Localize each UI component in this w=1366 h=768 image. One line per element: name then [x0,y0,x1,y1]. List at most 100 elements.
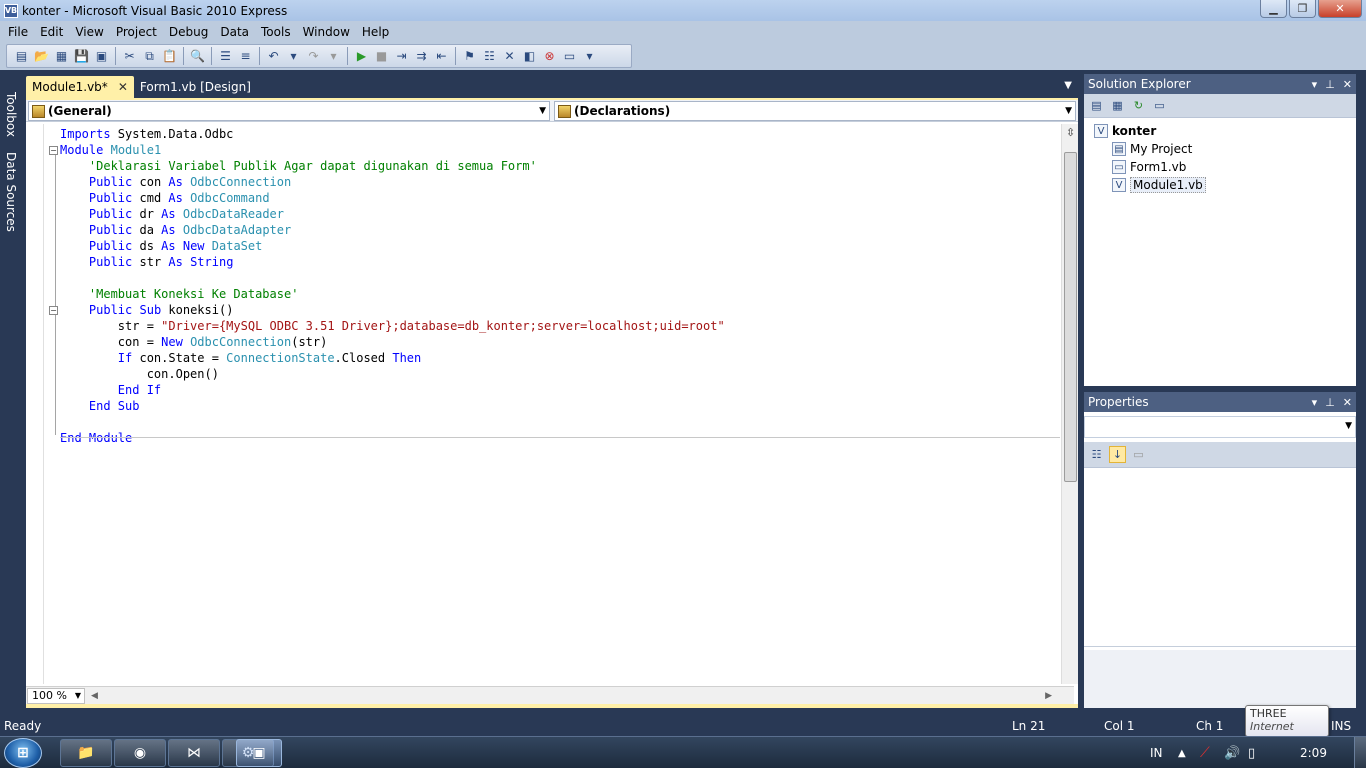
visual-studio-taskbar-icon[interactable]: ⋈ [168,739,220,767]
find-icon[interactable]: 🔍 [189,48,206,65]
refresh-icon[interactable]: ↻ [1130,97,1147,114]
code-line[interactable]: con.Open() [60,366,1060,382]
stop-debug-icon[interactable]: ■ [373,48,390,65]
immediate-window-icon[interactable]: ▭ [561,48,578,65]
tab-module1[interactable]: Module1.vb* ✕ [26,76,134,98]
minimize-button[interactable]: ▁ [1260,0,1287,18]
menu-data[interactable]: Data [214,25,255,39]
code-line[interactable]: If con.State = ConnectionState.Closed Th… [60,350,1060,366]
show-all-files-icon[interactable]: ▤ [1088,97,1105,114]
firefox-taskbar-icon[interactable]: ◉ [114,739,166,767]
step-over-icon[interactable]: ⇉ [413,48,430,65]
open-file-icon[interactable]: 📂 [33,48,50,65]
add-item-icon[interactable]: ▦ [53,48,70,65]
code-line[interactable]: con = New OdbcConnection(str) [60,334,1060,350]
menu-file[interactable]: File [2,25,34,39]
collapse-region-icon[interactable]: − [49,146,58,155]
view-code-icon[interactable]: ▭ [1151,97,1168,114]
alphabetical-icon[interactable]: ↓ [1109,446,1126,463]
show-hidden-icons[interactable]: ▲ [1178,737,1186,768]
close-button[interactable]: ✕ [1318,0,1362,18]
code-line[interactable]: Public ds As New DataSet [60,238,1060,254]
scroll-thumb[interactable] [1064,152,1077,482]
menu-window[interactable]: Window [297,25,356,39]
cut-icon[interactable]: ✂ [121,48,138,65]
object-selector[interactable]: ▼ [1084,416,1356,438]
comment-icon[interactable]: ☰ [217,48,234,65]
volume-icon[interactable]: 🔊 [1224,737,1240,768]
code-line[interactable]: str = "Driver={MySQL ODBC 3.51 Driver};d… [60,318,1060,334]
menu-project[interactable]: Project [110,25,163,39]
clock[interactable]: 2:09 [1300,737,1327,768]
redo-icon[interactable]: ↷ [305,48,322,65]
explorer-taskbar-icon[interactable]: 📁 [60,739,112,767]
data-sources-tab[interactable]: Data Sources [2,152,20,232]
error-list-icon[interactable]: ⊗ [541,48,558,65]
code-line[interactable]: End Module [60,430,1060,446]
solution-explorer-icon[interactable]: ⚑ [461,48,478,65]
tree-root[interactable]: V konter [1094,122,1356,140]
code-line[interactable] [60,270,1060,286]
step-out-icon[interactable]: ⇤ [433,48,450,65]
menu-help[interactable]: Help [356,25,395,39]
properties-window-icon[interactable]: ☷ [481,48,498,65]
scroll-left-icon[interactable]: ◀ [91,691,98,701]
antivirus-icon[interactable]: ⟋ [1200,737,1210,768]
save-all-icon[interactable]: ▣ [93,48,110,65]
show-desktop-button[interactable] [1354,737,1366,768]
scroll-right-icon[interactable]: ▶ [1045,691,1052,701]
code-line[interactable]: − Module Module1 [49,142,1060,158]
code-line[interactable]: End If [60,382,1060,398]
code-line[interactable]: Imports System.Data.Odbc [60,126,1060,142]
menu-debug[interactable]: Debug [163,25,214,39]
pin-icon[interactable]: ⊥ [1325,396,1335,409]
code-text-area[interactable]: Imports System.Data.Odbc − Module Module1 … [26,124,1078,684]
code-line[interactable]: 'Membuat Koneksi Ke Database' [60,286,1060,302]
method-name-combo[interactable]: (Declarations) ▼ [554,101,1076,121]
language-indicator[interactable]: IN [1150,737,1163,768]
toolbox-icon[interactable]: ✕ [501,48,518,65]
splitter-icon[interactable]: ⇳ [1064,126,1077,140]
code-line[interactable]: Public da As OdbcDataAdapter [60,222,1060,238]
code-line[interactable]: 'Deklarasi Variabel Publik Agar dapat di… [60,158,1060,174]
paste-icon[interactable]: 📋 [161,48,178,65]
object-browser-icon[interactable]: ◧ [521,48,538,65]
categorized-icon[interactable]: ☷ [1088,446,1105,463]
tab-form1-design[interactable]: Form1.vb [Design] [134,76,257,98]
menu-edit[interactable]: Edit [34,25,69,39]
start-debug-icon[interactable]: ▶ [353,48,370,65]
code-line[interactable]: Public cmd As OdbcCommand [60,190,1060,206]
code-line[interactable]: − Public Sub koneksi() [49,302,1060,318]
collapse-region-icon[interactable]: − [49,306,58,315]
code-line[interactable] [60,414,1060,430]
code-line[interactable]: End Sub [60,398,1060,414]
properties-icon[interactable]: ▦ [1109,97,1126,114]
vertical-scrollbar[interactable]: ⇳ [1061,124,1078,684]
start-button[interactable]: ⊞ [4,738,42,768]
tab-list-dropdown-icon[interactable]: ▼ [1064,80,1072,91]
close-tab-icon[interactable]: ✕ [118,80,128,94]
vb2010-taskbar-icon[interactable]: ▣ [236,739,282,767]
class-name-combo[interactable]: (General) ▼ [28,101,550,121]
property-pages-icon[interactable]: ▭ [1130,446,1147,463]
undo-dropdown-icon[interactable]: ▾ [285,48,302,65]
undo-icon[interactable]: ↶ [265,48,282,65]
uncomment-icon[interactable]: ≡ [237,48,254,65]
close-panel-icon[interactable]: ✕ [1343,396,1352,409]
menu-view[interactable]: View [69,25,109,39]
toolbar-options-icon[interactable]: ▾ [581,48,598,65]
window-position-icon[interactable]: ▾ [1312,78,1318,91]
code-line[interactable]: Public con As OdbcConnection [60,174,1060,190]
step-into-icon[interactable]: ⇥ [393,48,410,65]
network-icon[interactable]: ▯ [1248,737,1255,768]
code-line[interactable]: Public dr As OdbcDataReader [60,206,1060,222]
tree-item-module1[interactable]: V Module1.vb [1094,176,1356,194]
redo-dropdown-icon[interactable]: ▾ [325,48,342,65]
restore-button[interactable]: ❐ [1289,0,1316,18]
pin-icon[interactable]: ⊥ [1325,78,1335,91]
save-icon[interactable]: 💾 [73,48,90,65]
window-position-icon[interactable]: ▾ [1312,396,1318,409]
toolbox-tab[interactable]: Toolbox [2,92,20,137]
tree-item-my-project[interactable]: ▤ My Project [1094,140,1356,158]
close-panel-icon[interactable]: ✕ [1343,78,1352,91]
